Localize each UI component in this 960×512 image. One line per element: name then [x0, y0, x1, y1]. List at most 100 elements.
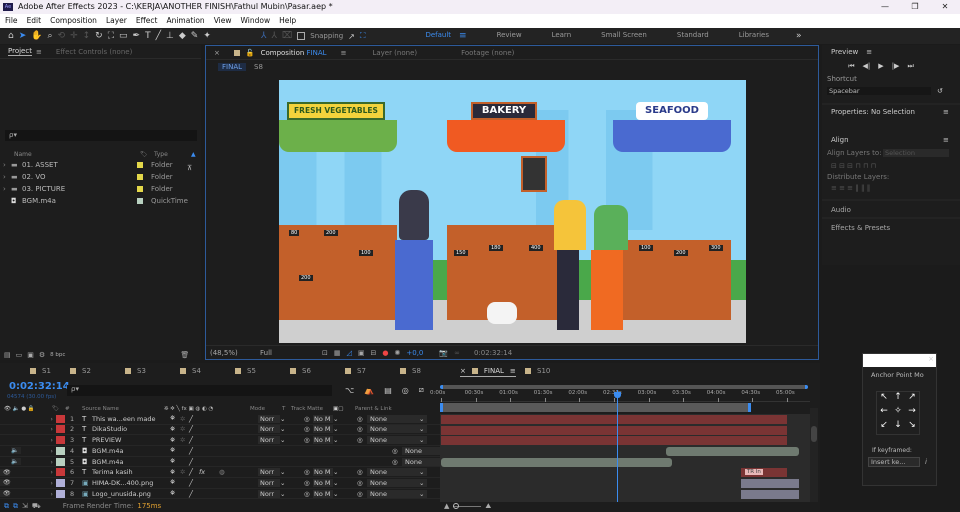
menu-icon[interactable]: ≡ [510, 367, 516, 375]
chevron-down-icon[interactable]: ⌄ [419, 425, 427, 434]
layer-bar[interactable] [441, 457, 672, 467]
menu-effect[interactable]: Effect [136, 14, 158, 28]
layer-bar[interactable] [740, 479, 799, 488]
current-time[interactable]: 0:02:32:14 [474, 349, 512, 357]
anchor-top-right-icon[interactable]: ↗ [905, 392, 919, 406]
expand-arrow-icon[interactable]: › [0, 173, 8, 181]
parent-pickwhip-icon[interactable]: ◎ [357, 425, 367, 433]
chevron-down-icon[interactable]: ⌄ [333, 425, 357, 433]
timeline-scrollbar[interactable] [810, 408, 818, 502]
distribute-buttons[interactable]: ≡ ≡ ≡ ‖ ‖ ‖ [822, 181, 960, 195]
column-track-matte[interactable]: Track Matte [291, 406, 333, 412]
timeline-tab-final[interactable]: × FINAL ≡ [460, 365, 516, 377]
tab-project[interactable]: Project [8, 47, 32, 56]
anchor-bottom-right-icon[interactable]: ↘ [905, 420, 919, 434]
align-buttons[interactable]: ⊟ ⊟ ⊟ ⊓ ⊓ ⊓ [822, 159, 960, 173]
expand-arrow-icon[interactable]: › [44, 490, 56, 498]
shy-switch[interactable]: ⛯ [170, 478, 180, 487]
prev-frame-icon[interactable]: ◀︎| [863, 62, 871, 70]
collapse-switch[interactable]: ✲ [180, 415, 189, 423]
parent-dropdown[interactable]: None [367, 478, 419, 487]
chevron-down-icon[interactable]: ⌄ [280, 415, 288, 423]
composition-flowchart-icon[interactable]: ⌥ [345, 386, 354, 395]
chevron-down-icon[interactable]: ⌄ [419, 478, 427, 487]
selection-tool-icon[interactable]: ➤ [19, 31, 27, 41]
visibility-toggle[interactable]: 👁 [0, 479, 11, 487]
axis-world-icon[interactable]: ⅄ [271, 31, 277, 41]
quality-switch[interactable]: ╱ [189, 458, 199, 466]
parent-dropdown[interactable]: None [367, 468, 419, 477]
layer-name[interactable]: This wa...een made [92, 415, 170, 423]
snapping-checkbox[interactable] [297, 32, 306, 40]
label-swatch[interactable] [56, 478, 65, 487]
expand-arrow-icon[interactable]: › [44, 468, 56, 476]
shy-switch[interactable]: ⛯ [170, 436, 180, 445]
snap-icon[interactable]: ↗ [348, 32, 355, 41]
orbit-tool-icon[interactable]: ⟲ [58, 31, 66, 41]
settings-icon[interactable]: ⚙ [39, 351, 45, 359]
menu-layer[interactable]: Layer [106, 14, 127, 28]
transparency-grid-icon[interactable]: ▦ [334, 349, 341, 357]
menu-icon[interactable]: ≡ [943, 108, 949, 116]
zoom-tool-icon[interactable]: ⌕ [47, 31, 52, 41]
layer-name[interactable]: BGM.m4a [92, 447, 170, 455]
anchor-center-icon[interactable]: ✧ [891, 406, 905, 420]
label-swatch[interactable] [56, 425, 65, 434]
menu-file[interactable]: File [5, 14, 18, 28]
graph-editor-icon[interactable]: ⧄ [419, 385, 424, 395]
workspace-review[interactable]: Review [497, 31, 522, 41]
shy-switch[interactable]: ⛯ [170, 457, 180, 466]
composition-canvas[interactable]: FRESH VEGETABLES BAKERY SEAFOOD 80 200 100… [279, 80, 746, 343]
pickwhip-icon[interactable]: ◎ [304, 425, 313, 433]
info-icon[interactable]: i [925, 458, 927, 466]
pickwhip-icon[interactable]: ◎ [304, 415, 313, 423]
exposure-value[interactable]: +0,0 [406, 349, 423, 357]
label-swatch[interactable] [56, 489, 65, 498]
shy-layers-icon[interactable]: ⛺ [364, 386, 374, 395]
column-source-name[interactable]: Source Name [82, 406, 164, 412]
close-icon[interactable]: × [928, 355, 934, 363]
transfer-controls-toggle-icon[interactable]: ⧉ [13, 502, 18, 511]
workspace-default[interactable]: Default [425, 31, 451, 41]
pickwhip-icon[interactable]: ◎ [304, 468, 313, 476]
label-swatch[interactable] [56, 468, 65, 477]
home-icon[interactable]: ⌂ [8, 31, 14, 41]
menu-icon[interactable]: ≡ [36, 48, 42, 56]
layer-name[interactable]: HIMA-DK...400.png [92, 479, 170, 487]
timeline-tab-s10[interactable]: S10 [525, 365, 550, 377]
chevron-down-icon[interactable]: ⌄ [419, 489, 427, 498]
layer-name[interactable]: DikaStudio [92, 425, 170, 433]
quality-switch[interactable]: ╱ [189, 415, 199, 423]
3d-view-icon[interactable]: ⊟ [371, 349, 377, 357]
parent-pickwhip-icon[interactable]: ◎ [357, 468, 367, 476]
audio-panel-tab[interactable]: Audio [822, 199, 960, 217]
layer-bar[interactable] [665, 446, 799, 456]
layer-row[interactable]: › 3 T PREVIEW ⛯ ✲ ╱ Norr ⌄ ◎ No M ⌄ ◎ None ⌄ [0, 435, 440, 446]
timeline-timecode[interactable]: 0:02:32:14 [9, 381, 70, 392]
motion-blur-icon[interactable]: ◎ [402, 386, 409, 395]
layer-row[interactable]: 👁 › 6 T Terima kasih ⛯ ✲ ╱ fx ◍ Norr ⌄ ◎ No M ⌄ ◎ None ⌄ [0, 468, 440, 478]
blend-mode-dropdown[interactable]: Norr [258, 436, 280, 445]
layer-bar[interactable] [441, 425, 787, 435]
shy-switch[interactable]: ⛯ [170, 468, 180, 477]
frame-blending-icon[interactable]: ▤ [384, 386, 392, 395]
new-folder-icon[interactable]: ▭ [16, 351, 23, 359]
timeline-tab-s5[interactable]: S5 [235, 365, 256, 377]
last-frame-icon[interactable]: ⏭ [907, 62, 913, 71]
tab-effect-controls[interactable]: Effect Controls (none) [56, 48, 132, 56]
blend-mode-dropdown[interactable]: Norr [258, 425, 280, 434]
column-parent[interactable]: Parent & Link [355, 406, 392, 412]
pickwhip-icon[interactable]: ◎ [304, 479, 313, 487]
type-tool-icon[interactable]: T [145, 31, 151, 41]
anchor-right-icon[interactable]: → [905, 406, 919, 420]
expand-arrow-icon[interactable]: › [44, 447, 56, 455]
expand-arrow-icon[interactable]: › [44, 458, 56, 466]
interpret-footage-icon[interactable]: ▤ [4, 351, 11, 359]
chevron-down-icon[interactable]: ⌄ [333, 415, 357, 423]
chevron-down-icon[interactable]: ⌄ [419, 414, 427, 423]
in-out-toggle-icon[interactable]: ⇲ [22, 502, 28, 510]
rectangle-tool-icon[interactable]: ▭ [119, 31, 128, 41]
expand-arrow-icon[interactable]: › [44, 436, 56, 444]
work-area-bar[interactable] [440, 403, 751, 412]
time-navigator[interactable] [440, 385, 808, 389]
